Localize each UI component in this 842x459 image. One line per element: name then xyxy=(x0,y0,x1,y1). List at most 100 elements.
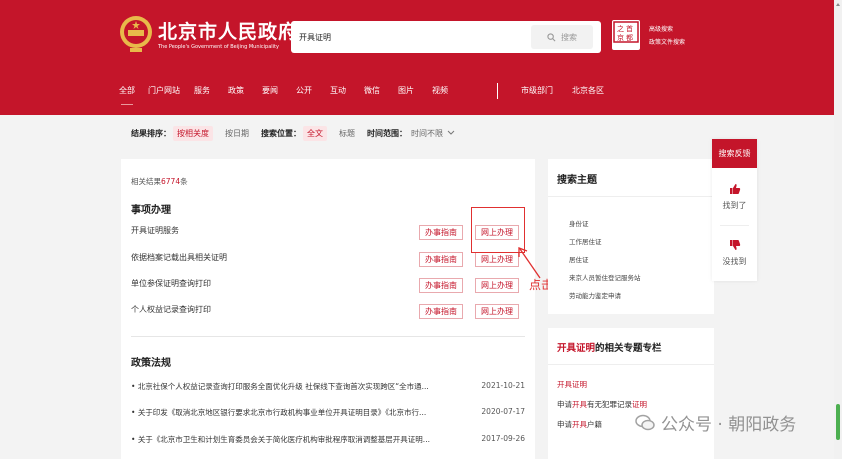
nav-item-service[interactable]: 服务 xyxy=(194,85,210,99)
special-topic-post: 户籍 xyxy=(587,420,602,429)
nav-item-all[interactable]: 全部 xyxy=(119,85,135,99)
search-icon xyxy=(547,32,556,41)
svg-text:都: 都 xyxy=(626,34,633,42)
site-subtitle: The People's Government of Beijing Munic… xyxy=(158,44,279,50)
svg-text:首: 首 xyxy=(626,24,633,33)
found-label: 找到了 xyxy=(722,201,747,210)
policy-date: 2021-10-21 xyxy=(481,381,525,390)
special-topic-pre: 申请 xyxy=(557,400,572,409)
topic-link[interactable]: 来京人员暂住登记服务站 xyxy=(569,272,641,282)
found-button[interactable]: 找到了 xyxy=(712,183,757,211)
policy-search-link[interactable]: 政策文件搜索 xyxy=(649,36,685,49)
policy-title[interactable]: 关于印发《取消北京地区银行要求北京市行政机构事业单位开具证明目录》《北京市行..… xyxy=(138,408,426,417)
nav-item-interact[interactable]: 互动 xyxy=(330,85,346,99)
special-topic-link[interactable]: 申请开具户籍 xyxy=(557,419,602,430)
feedback-widget: 搜索反馈 找到了 没找到 xyxy=(712,139,757,281)
svg-text:之: 之 xyxy=(617,24,624,33)
nav-item-image[interactable]: 图片 xyxy=(398,85,414,99)
svg-text:京: 京 xyxy=(617,33,624,42)
search-bar: 搜索 xyxy=(291,21,601,53)
special-topic-post: 有无犯罪记录 xyxy=(587,400,632,409)
special-topics-suffix: 的相关专题专栏 xyxy=(595,343,662,354)
nav-item-wechat[interactable]: 微信 xyxy=(364,85,380,99)
search-input[interactable] xyxy=(299,27,519,47)
policy-item[interactable]: • 关于《北京市卫生和计划生育委员会关于简化医疗机构审批程序取消调整基层开具证明… xyxy=(131,434,525,445)
watermark-text: 公众号 · 朝阳政务 xyxy=(661,415,797,435)
wechat-icon xyxy=(635,414,655,430)
beijing-seal-icon: 之 首 京 都 xyxy=(612,20,640,50)
position-fulltext[interactable]: 全文 xyxy=(303,125,327,141)
special-topic-tail: 证明 xyxy=(632,400,647,409)
advanced-search-link[interactable]: 高级搜索 xyxy=(649,23,685,36)
special-topics-divider xyxy=(548,364,714,365)
special-topics-keyword: 开具证明 xyxy=(557,343,596,354)
search-button-label: 搜索 xyxy=(561,32,577,42)
guide-button[interactable]: 办事指南 xyxy=(419,304,463,319)
section-divider xyxy=(131,336,525,337)
online-apply-button[interactable]: 网上办理 xyxy=(475,252,519,267)
national-emblem-icon xyxy=(120,16,152,52)
topics-title: 搜索主题 xyxy=(557,175,597,186)
time-label: 时间范围： xyxy=(367,128,407,138)
policy-title[interactable]: 北京社保个人权益记录查询打印服务全面优化升级 社保线下查询首次实现跨区“全市通.… xyxy=(138,382,429,391)
nav-item-video[interactable]: 视频 xyxy=(432,85,448,99)
policy-item[interactable]: • 北京社保个人权益记录查询打印服务全面优化升级 社保线下查询首次实现跨区“全市… xyxy=(131,381,525,392)
policy-item[interactable]: • 关于印发《取消北京地区银行要求北京市行政机构事业单位开具证明目录》《北京市行… xyxy=(131,407,525,418)
service-name[interactable]: 依据档案记载出具相关证明 xyxy=(131,252,227,263)
not-found-button[interactable]: 没找到 xyxy=(712,239,757,267)
site-title[interactable]: 北京市人民政府 xyxy=(158,17,298,44)
nav-divider xyxy=(497,83,498,99)
scroll-up-icon[interactable] xyxy=(836,3,840,6)
scrollbar[interactable] xyxy=(834,0,842,459)
not-found-label: 没找到 xyxy=(722,257,747,266)
online-apply-button[interactable]: 网上办理 xyxy=(475,304,519,319)
thumbs-up-icon xyxy=(729,184,740,194)
scroll-thumb[interactable] xyxy=(836,404,840,440)
service-name[interactable]: 开具证明服务 xyxy=(131,225,179,236)
topic-link[interactable]: 居住证 xyxy=(569,254,589,264)
topics-divider xyxy=(548,196,714,197)
thumbs-down-icon xyxy=(729,240,740,250)
nav-item-departments[interactable]: 市级部门 xyxy=(521,85,553,96)
nav-item-portal[interactable]: 门户网站 xyxy=(148,85,180,99)
sort-date[interactable]: 按日期 xyxy=(225,128,249,139)
special-topic-link[interactable]: 申请开具有无犯罪记录证明 xyxy=(557,399,647,410)
policy-date: 2020-07-17 xyxy=(481,407,525,416)
time-range-select[interactable]: 时间不限 xyxy=(411,128,455,139)
guide-button[interactable]: 办事指南 xyxy=(419,252,463,267)
service-name[interactable]: 个人权益记录查询打印 xyxy=(131,304,211,315)
feedback-divider xyxy=(720,225,749,226)
time-range-value: 时间不限 xyxy=(411,128,443,138)
sort-label: 结果排序： xyxy=(131,128,171,138)
special-topic-link[interactable]: 开具证明 xyxy=(557,379,587,390)
main-nav: 全部 门户网站 服务 政策 要闻 公开 互动 微信 图片 视频 xyxy=(119,85,448,99)
secondary-nav: 市级部门 北京各区 xyxy=(521,85,604,96)
position-label: 搜索位置： xyxy=(261,128,301,138)
special-topic-keyword: 开具 xyxy=(572,400,587,409)
chevron-down-icon xyxy=(447,130,455,135)
result-count: 相关结果6774条 xyxy=(131,176,188,187)
special-topics-title: 开具证明的相关专题专栏 xyxy=(557,340,662,354)
guide-button[interactable]: 办事指南 xyxy=(419,225,463,240)
nav-item-policy[interactable]: 政策 xyxy=(228,85,244,99)
nav-item-public[interactable]: 公开 xyxy=(296,85,312,99)
watermark: 公众号 · 朝阳政务 xyxy=(635,410,796,435)
service-name[interactable]: 单位参保证明查询打印 xyxy=(131,278,211,289)
filter-bar: 结果排序： 按相关度 按日期 搜索位置： 全文 标题 时间范围： 时间不限 xyxy=(121,117,714,149)
topic-link[interactable]: 劳动能力鉴定申请 xyxy=(569,290,621,300)
section-title-policies: 政策法规 xyxy=(131,358,171,369)
topic-link[interactable]: 工作居住证 xyxy=(569,236,602,246)
nav-item-districts[interactable]: 北京各区 xyxy=(572,85,604,96)
position-title[interactable]: 标题 xyxy=(339,128,355,139)
topic-link[interactable]: 身份证 xyxy=(569,218,589,228)
online-apply-button[interactable]: 网上办理 xyxy=(475,278,519,293)
sort-relevance[interactable]: 按相关度 xyxy=(173,125,213,141)
nav-item-news[interactable]: 要闻 xyxy=(262,85,278,99)
advanced-links: 高级搜索 政策文件搜索 xyxy=(649,23,685,49)
special-topic-pre: 申请 xyxy=(557,420,572,429)
search-button[interactable]: 搜索 xyxy=(531,25,593,49)
policy-title[interactable]: 关于《北京市卫生和计划生育委员会关于简化医疗机构审批程序取消调整基层开具证明..… xyxy=(138,435,430,444)
policy-date: 2017-09-26 xyxy=(481,434,525,443)
count-prefix: 相关结果 xyxy=(131,177,161,186)
guide-button[interactable]: 办事指南 xyxy=(419,278,463,293)
